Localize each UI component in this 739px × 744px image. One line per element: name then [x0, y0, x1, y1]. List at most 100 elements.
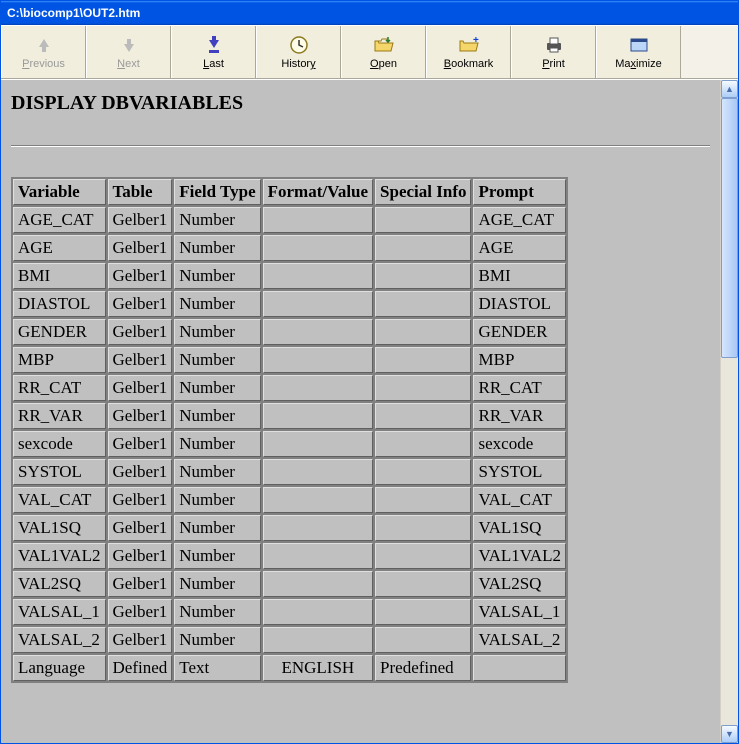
printer-icon [544, 34, 564, 56]
cell-field-type: Text [174, 655, 260, 681]
page-title: DISPLAY DBVARIABLES [11, 92, 710, 115]
cell-table: Gelber1 [108, 263, 173, 289]
cell-prompt: VAL1VAL2 [473, 543, 566, 569]
cell-format-value [263, 627, 373, 653]
print-button[interactable]: Print [511, 26, 596, 78]
cell-prompt: MBP [473, 347, 566, 373]
scroll-track[interactable] [721, 98, 738, 725]
vertical-scrollbar[interactable]: ▲ ▼ [720, 80, 738, 743]
bookmark-icon: + [459, 34, 479, 56]
col-table: Table [108, 179, 173, 205]
table-row: VAL2SQGelber1NumberVAL2SQ [13, 571, 566, 597]
table-row: DIASTOLGelber1NumberDIASTOL [13, 291, 566, 317]
cell-variable: RR_VAR [13, 403, 106, 429]
cell-variable: DIASTOL [13, 291, 106, 317]
cell-special-info [375, 291, 471, 317]
toolbar-label: Histor [281, 58, 310, 70]
cell-special-info [375, 207, 471, 233]
toolbar-label: ext [125, 58, 140, 70]
next-button[interactable]: Next [86, 26, 171, 78]
cell-variable: AGE [13, 235, 106, 261]
cell-format-value: ENGLISH [263, 655, 373, 681]
content-frame: DISPLAY DBVARIABLES Variable Table Field… [1, 79, 738, 743]
toolbar: Previous Next Last History Open [1, 25, 738, 79]
cell-special-info [375, 375, 471, 401]
scroll-up-button[interactable]: ▲ [721, 80, 738, 98]
cell-table: Gelber1 [108, 207, 173, 233]
toolbar-label: pen [379, 58, 397, 70]
cell-prompt: AGE [473, 235, 566, 261]
cell-prompt: VALSAL_1 [473, 599, 566, 625]
cell-format-value [263, 431, 373, 457]
cell-special-info [375, 263, 471, 289]
cell-format-value [263, 487, 373, 513]
separator [11, 145, 710, 147]
cell-table: Gelber1 [108, 627, 173, 653]
toolbar-label: ookmark [451, 58, 493, 70]
cell-format-value [263, 571, 373, 597]
cell-prompt: VAL_CAT [473, 487, 566, 513]
cell-table: Gelber1 [108, 319, 173, 345]
cell-variable: VAL1SQ [13, 515, 106, 541]
cell-format-value [263, 459, 373, 485]
col-prompt: Prompt [473, 179, 566, 205]
cell-field-type: Number [174, 403, 260, 429]
cell-special-info [375, 459, 471, 485]
cell-special-info [375, 431, 471, 457]
cell-table: Gelber1 [108, 599, 173, 625]
cell-field-type: Number [174, 459, 260, 485]
table-row: VALSAL_2Gelber1NumberVALSAL_2 [13, 627, 566, 653]
cell-variable: SYSTOL [13, 459, 106, 485]
cell-field-type: Number [174, 235, 260, 261]
bookmark-button[interactable]: + Bookmark [426, 26, 511, 78]
cell-field-type: Number [174, 571, 260, 597]
cell-format-value [263, 235, 373, 261]
cell-field-type: Number [174, 599, 260, 625]
open-button[interactable]: Open [341, 26, 426, 78]
cell-format-value [263, 599, 373, 625]
app-window: C:\biocomp1\OUT2.htm Previous Next Last … [0, 0, 739, 744]
cell-table: Gelber1 [108, 403, 173, 429]
clock-icon [290, 34, 308, 56]
cell-prompt: RR_VAR [473, 403, 566, 429]
table-row: MBPGelber1NumberMBP [13, 347, 566, 373]
maximize-button[interactable]: Maximize [596, 26, 681, 78]
cell-format-value [263, 543, 373, 569]
cell-field-type: Number [174, 487, 260, 513]
table-row: RR_CATGelber1NumberRR_CAT [13, 375, 566, 401]
svg-text:+: + [473, 37, 479, 46]
cell-table: Defined [108, 655, 173, 681]
cell-variable: AGE_CAT [13, 207, 106, 233]
db-variables-table: Variable Table Field Type Format/Value S… [11, 177, 568, 683]
cell-prompt [473, 655, 566, 681]
table-row: VAL1VAL2Gelber1NumberVAL1VAL2 [13, 543, 566, 569]
cell-variable: BMI [13, 263, 106, 289]
cell-format-value [263, 403, 373, 429]
arrow-down-bar-icon [207, 34, 221, 56]
cell-field-type: Number [174, 291, 260, 317]
table-row: VALSAL_1Gelber1NumberVALSAL_1 [13, 599, 566, 625]
cell-special-info [375, 347, 471, 373]
cell-special-info [375, 403, 471, 429]
cell-field-type: Number [174, 543, 260, 569]
table-row: AGE_CATGelber1NumberAGE_CAT [13, 207, 566, 233]
table-row: VAL_CATGelber1NumberVAL_CAT [13, 487, 566, 513]
titlebar[interactable]: C:\biocomp1\OUT2.htm [1, 1, 738, 25]
table-row: AGEGelber1NumberAGE [13, 235, 566, 261]
scroll-thumb[interactable] [721, 98, 738, 358]
cell-prompt: SYSTOL [473, 459, 566, 485]
cell-prompt: VAL2SQ [473, 571, 566, 597]
history-button[interactable]: History [256, 26, 341, 78]
col-field-type: Field Type [174, 179, 260, 205]
cell-table: Gelber1 [108, 515, 173, 541]
cell-table: Gelber1 [108, 235, 173, 261]
cell-special-info [375, 487, 471, 513]
previous-button[interactable]: Previous [1, 26, 86, 78]
col-format-value: Format/Value [263, 179, 373, 205]
cell-variable: VAL2SQ [13, 571, 106, 597]
last-button[interactable]: Last [171, 26, 256, 78]
arrow-down-icon [122, 34, 136, 56]
scroll-down-button[interactable]: ▼ [721, 725, 738, 743]
cell-format-value [263, 515, 373, 541]
col-variable: Variable [13, 179, 106, 205]
